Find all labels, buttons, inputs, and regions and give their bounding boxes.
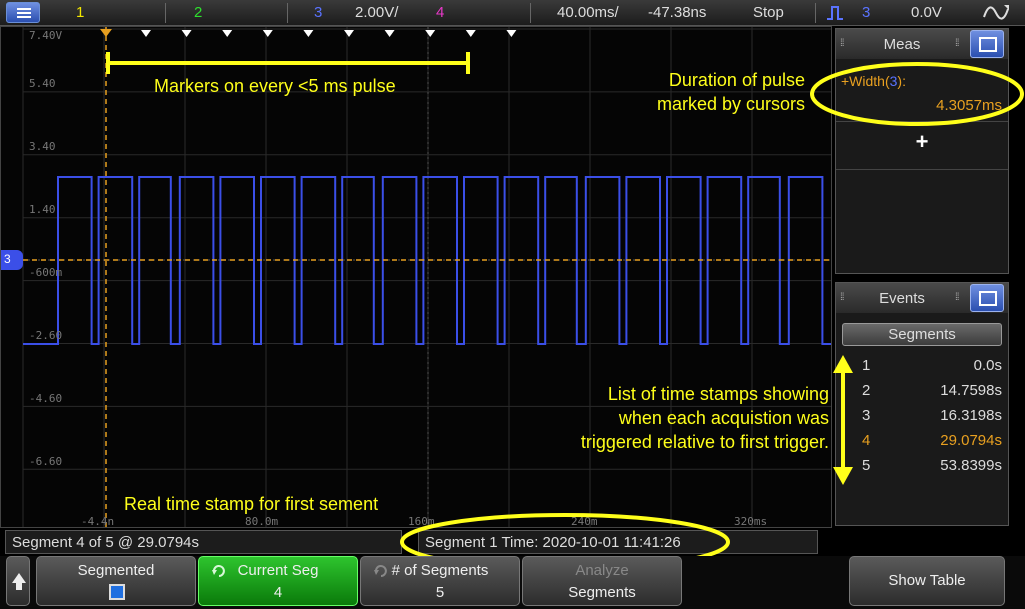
- segment-row[interactable]: 2 14.7598s: [836, 379, 1025, 403]
- pulse-marker-icon: [425, 30, 436, 37]
- segment-row[interactable]: 3 16.3198s: [836, 404, 1025, 428]
- pulse-marker-icon: [181, 30, 192, 37]
- events-panel: ⁞⁞ ⁞⁞ Events Segments 1 0.0s 2 14.7598s 31…: [835, 282, 1009, 526]
- add-measurement-button[interactable]: +: [836, 129, 1008, 155]
- list-annotation-line3: triggered relative to first trigger.: [580, 432, 829, 452]
- current-seg-button[interactable]: Current Seg 4: [198, 556, 358, 606]
- meas-panel-title: Meas: [883, 36, 921, 53]
- measurement-label[interactable]: +Width(3):: [841, 73, 906, 89]
- trigger-source[interactable]: 3: [862, 4, 870, 21]
- pulse-marker-icon: [344, 30, 354, 37]
- waveform-display[interactable]: 7.40V 5.40 3.40 1.40 -600m -2.60 -4.60 -…: [0, 26, 832, 528]
- segment-row-selected[interactable]: 4 29.0794s: [836, 429, 1025, 453]
- events-panel-title: Events: [879, 290, 925, 307]
- run-state[interactable]: Stop: [753, 4, 784, 21]
- meas-panel-menu-button[interactable]: [970, 30, 1004, 58]
- segment-list: 1 0.0s 2 14.7598s 3 16.3198s 4 29.0794s 5 53.…: [836, 354, 1008, 504]
- num-segments-button[interactable]: # of Segments 5: [360, 556, 520, 606]
- pulse-marker-icon: [384, 30, 395, 37]
- y-axis-label: -6.60: [29, 455, 63, 468]
- top-status-bar: 1 2 3 2.00V/ 4 40.00ms/ -47.38ns Stop 3 …: [0, 0, 1025, 26]
- channel-4-label[interactable]: 4: [436, 4, 444, 21]
- rising-edge-trigger-icon: [826, 4, 844, 22]
- cursor-marker-icon: [100, 29, 112, 37]
- segmented-checkbox[interactable]: [109, 584, 125, 600]
- main-menu-button[interactable]: [6, 2, 40, 23]
- x-axis-label: 320ms: [734, 515, 768, 528]
- y-axis-label: 1.40: [29, 203, 56, 216]
- duration-annotation-line1: Duration of pulse: [668, 70, 805, 90]
- segments-tab[interactable]: Segments: [842, 323, 1002, 346]
- softkey-bar: Segmented Current Seg 4 # of Segments 5 …: [0, 556, 1025, 609]
- y-axis-label: 3.40: [29, 140, 56, 153]
- list-annotation-line1: List of time stamps showing: [607, 384, 829, 404]
- x-axis-label: 80.0m: [245, 515, 279, 528]
- trigger-level[interactable]: 0.0V: [911, 4, 942, 21]
- list-annotation-line2: when each acquistion was: [618, 408, 829, 428]
- analyze-segments-button[interactable]: Analyze Segments: [522, 556, 682, 606]
- meas-panel-header: ⁞⁞ ⁞⁞ Meas: [836, 29, 1008, 59]
- pulse-marker-icon: [222, 30, 233, 37]
- segment-row[interactable]: 1 0.0s: [836, 354, 1025, 378]
- channel-2-label[interactable]: 2: [194, 4, 202, 21]
- channel-3-ground-marker[interactable]: 3: [1, 250, 23, 270]
- duration-annotation-line2: marked by cursors: [656, 94, 805, 114]
- y-axis-label: -2.60: [29, 329, 63, 342]
- x-axis-label: -4.4n: [81, 515, 115, 528]
- meas-panel: ⁞⁞ ⁞⁞ Meas +Width(3): 4.3057ms +: [835, 28, 1009, 274]
- realtime-annotation: Real time stamp for first sement: [124, 494, 379, 514]
- markers-annotation: Markers on every <5 ms pulse: [154, 76, 396, 96]
- wave-control-icon[interactable]: [982, 3, 1010, 23]
- y-axis-label: 7.40V: [29, 29, 63, 42]
- pulse-marker-icon: [262, 30, 273, 37]
- timebase-delay[interactable]: -47.38ns: [648, 4, 706, 21]
- pulse-marker-icon: [141, 30, 151, 37]
- segment-time-status: Segment 1 Time: 2020-10-01 11:41:26: [418, 530, 818, 554]
- channel-1-label[interactable]: 1: [76, 4, 84, 21]
- x-axis-label: 160m: [408, 515, 435, 528]
- y-axis-label: -600m: [29, 266, 63, 279]
- pulse-marker-icon: [506, 30, 517, 37]
- measurement-value: 4.3057ms: [936, 97, 1002, 114]
- show-table-button[interactable]: Show Table: [849, 556, 1005, 606]
- y-axis-label: -4.60: [29, 392, 63, 405]
- segment-status: Segment 4 of 5 @ 29.0794s: [5, 530, 402, 554]
- y-axis-label: 5.40: [29, 77, 56, 90]
- segment-row[interactable]: 5 53.8399s: [836, 454, 1025, 478]
- channel-3-scale[interactable]: 2.00V/: [355, 4, 398, 21]
- softkey-up-button[interactable]: [6, 556, 30, 606]
- pulse-marker-icon: [303, 30, 314, 37]
- channel-3-label[interactable]: 3: [314, 4, 322, 21]
- x-axis-label: 240m: [571, 515, 598, 528]
- pulse-marker-icon: [465, 30, 476, 37]
- events-panel-header: ⁞⁞ ⁞⁞ Events: [836, 283, 1008, 313]
- events-panel-menu-button[interactable]: [970, 284, 1004, 312]
- segmented-toggle-button[interactable]: Segmented: [36, 556, 196, 606]
- timebase-scale[interactable]: 40.00ms/: [557, 4, 619, 21]
